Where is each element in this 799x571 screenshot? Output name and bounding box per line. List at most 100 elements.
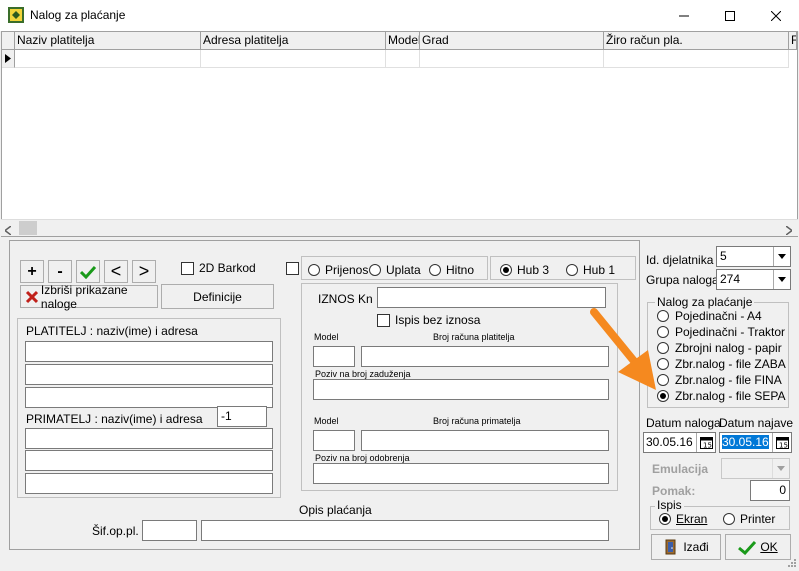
- radio-hub1[interactable]: [566, 264, 578, 276]
- chevron-down-icon[interactable]: [772, 459, 789, 478]
- group-label: Grupa naloga: [646, 273, 719, 287]
- column-header-account[interactable]: Žiro račun pla.: [604, 32, 789, 50]
- svg-text:15: 15: [703, 441, 712, 449]
- ok-label: OK: [760, 540, 778, 554]
- confirm-button[interactable]: [76, 260, 100, 283]
- file-fina-label: Zbr.nalog - file FINA: [675, 373, 782, 387]
- column-header-payer-name[interactable]: Naziv platitelja: [15, 32, 201, 50]
- payer-account-input[interactable]: [361, 346, 609, 367]
- chevron-down-icon[interactable]: [773, 247, 790, 266]
- exit-button[interactable]: Izađi: [651, 534, 721, 560]
- grid-cell[interactable]: [420, 50, 604, 68]
- grid-cell[interactable]: [201, 50, 386, 68]
- barcode-checkbox[interactable]: [181, 262, 194, 275]
- scroll-left-icon[interactable]: [3, 224, 12, 238]
- radio-hub3[interactable]: [500, 264, 512, 276]
- payer-model-input[interactable]: [313, 346, 355, 367]
- shift-input[interactable]: 0: [750, 480, 790, 501]
- next-button[interactable]: >: [132, 260, 156, 283]
- order-date-value: 30.05.16: [646, 435, 693, 449]
- door-exit-icon: [665, 539, 676, 555]
- recipient-model-input[interactable]: [313, 430, 355, 451]
- amount-input[interactable]: [377, 287, 606, 308]
- close-button[interactable]: [753, 0, 799, 31]
- column-header-city[interactable]: Grad: [420, 32, 604, 50]
- no-amount-label: Ispis bez iznosa: [395, 313, 481, 327]
- check-icon: [80, 265, 96, 279]
- credit-reference-label: Poziv na broj odobrenja: [315, 453, 410, 463]
- due-date-input[interactable]: 30.05.16 15: [719, 432, 792, 453]
- payer-address-input[interactable]: [25, 364, 273, 385]
- check-icon: [738, 540, 757, 555]
- order-type-legend: Nalog za plaćanje: [655, 295, 755, 309]
- scroll-thumb[interactable]: [19, 221, 37, 235]
- shift-label: Pomak:: [652, 484, 696, 498]
- emulation-select[interactable]: [721, 458, 790, 479]
- credit-reference-input[interactable]: [313, 463, 609, 484]
- payment-code-label: Šif.op.pl.: [92, 524, 139, 538]
- recipient-id-input[interactable]: -1: [217, 406, 267, 427]
- radio-uplata[interactable]: [369, 264, 381, 276]
- svg-text:15: 15: [779, 441, 788, 449]
- grid-corner: [2, 32, 15, 50]
- calendar-icon[interactable]: 15: [772, 433, 791, 452]
- resize-grip-icon[interactable]: [785, 556, 797, 568]
- group-value: 274: [720, 272, 741, 286]
- print-legend: Ispis: [655, 498, 684, 512]
- description-input[interactable]: [201, 520, 609, 541]
- app-icon: [8, 7, 24, 23]
- column-header-more[interactable]: F: [789, 32, 797, 50]
- horizontal-scrollbar[interactable]: [1, 219, 798, 236]
- delete-shown-orders-button[interactable]: Izbriši prikazane naloge: [20, 283, 158, 311]
- arrow-annotation-icon: [586, 306, 666, 394]
- column-header-payer-address[interactable]: Adresa platitelja: [201, 32, 386, 50]
- payer-label: PLATITELJ : naziv(ime) i adresa: [26, 324, 198, 338]
- scroll-right-icon[interactable]: [785, 224, 794, 238]
- description-label: Opis plaćanja: [299, 503, 372, 517]
- group-select[interactable]: 274: [716, 269, 791, 290]
- chevron-down-icon[interactable]: [773, 270, 790, 289]
- no-amount-checkbox[interactable]: [377, 314, 390, 327]
- employee-id-select[interactable]: 5: [716, 246, 791, 267]
- hub3-label: Hub 3: [517, 263, 550, 277]
- radio-screen[interactable]: [659, 513, 671, 525]
- hub1-label: Hub 1: [583, 263, 616, 277]
- radio-hitno[interactable]: [429, 264, 441, 276]
- ok-button[interactable]: OK: [725, 534, 791, 560]
- calendar-icon[interactable]: 15: [696, 433, 715, 452]
- payment-type-checkbox[interactable]: [286, 262, 299, 275]
- add-button[interactable]: +: [20, 260, 44, 283]
- grid-cell[interactable]: [386, 50, 420, 68]
- radio-prijenos[interactable]: [308, 264, 320, 276]
- payer-name-input[interactable]: [25, 341, 273, 362]
- grid-cell[interactable]: [604, 50, 789, 68]
- payment-code-input[interactable]: [142, 520, 197, 541]
- payer-account-label: Broj računa platitelja: [433, 332, 515, 342]
- definitions-button[interactable]: Definicije: [161, 284, 274, 309]
- title-bar: Nalog za plaćanje: [0, 0, 799, 31]
- remove-button[interactable]: -: [48, 260, 72, 283]
- debit-reference-input[interactable]: [313, 379, 609, 400]
- column-header-model[interactable]: Model: [386, 32, 420, 50]
- single-a4-label: Pojedinačni - A4: [675, 309, 762, 323]
- single-tractor-label: Pojedinačni - Traktor: [675, 325, 786, 339]
- file-sepa-label: Zbr.nalog - file SEPA: [675, 389, 786, 403]
- exit-label: Izađi: [683, 540, 709, 554]
- delete-x-icon: [25, 290, 38, 303]
- orders-grid[interactable]: Naziv platitelja Adresa platitelja Model…: [1, 31, 798, 237]
- maximize-button[interactable]: [707, 0, 753, 31]
- file-zaba-label: Zbr.nalog - file ZABA: [675, 357, 786, 371]
- payer-city-input[interactable]: [25, 387, 273, 408]
- order-date-input[interactable]: 30.05.16 15: [643, 432, 716, 453]
- recipient-name-input[interactable]: [25, 428, 273, 449]
- recipient-account-input[interactable]: [361, 430, 609, 451]
- screen-label: Ekran: [676, 512, 708, 526]
- minimize-button[interactable]: [661, 0, 707, 31]
- recipient-city-input[interactable]: [25, 473, 273, 494]
- recipient-label: PRIMATELJ : naziv(ime) i adresa: [26, 412, 203, 426]
- grid-cell[interactable]: [15, 50, 201, 68]
- recipient-address-input[interactable]: [25, 450, 273, 471]
- radio-printer[interactable]: [723, 513, 735, 525]
- row-pointer-icon: [2, 50, 15, 68]
- previous-button[interactable]: <: [104, 260, 128, 283]
